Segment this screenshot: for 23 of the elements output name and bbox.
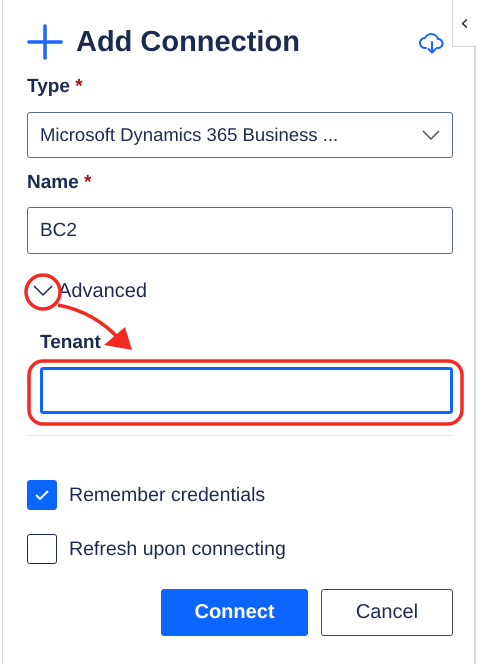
required-mark: * xyxy=(84,172,92,193)
field-label: Name * xyxy=(27,172,92,195)
cloud-download-icon[interactable] xyxy=(419,32,445,54)
checkbox-label: Remember credentials xyxy=(69,484,266,506)
chevron-down-icon xyxy=(33,285,53,297)
field-label: Type * xyxy=(27,76,84,99)
panel-title: Add Connection xyxy=(76,26,301,58)
connect-button[interactable]: Connect xyxy=(161,589,308,636)
field-label: Tenant xyxy=(40,332,101,355)
plus-icon xyxy=(27,24,63,60)
cancel-button[interactable]: Cancel xyxy=(321,589,453,636)
checkbox[interactable] xyxy=(27,534,57,564)
required-mark: * xyxy=(75,76,83,97)
checkbox-label: Refresh upon connecting xyxy=(69,538,286,560)
name-field[interactable]: BC2 xyxy=(27,207,453,254)
chevron-down-icon xyxy=(422,130,440,140)
type-dropdown[interactable]: Microsoft Dynamics 365 Business ... xyxy=(27,112,453,158)
highlight-circle xyxy=(24,273,62,311)
check-icon xyxy=(34,489,50,501)
tenant-field[interactable] xyxy=(40,367,453,414)
checkbox[interactable] xyxy=(27,480,57,510)
collapse-button[interactable]: ‹ xyxy=(452,0,476,47)
advanced-toggle[interactable]: Advanced xyxy=(33,278,163,304)
